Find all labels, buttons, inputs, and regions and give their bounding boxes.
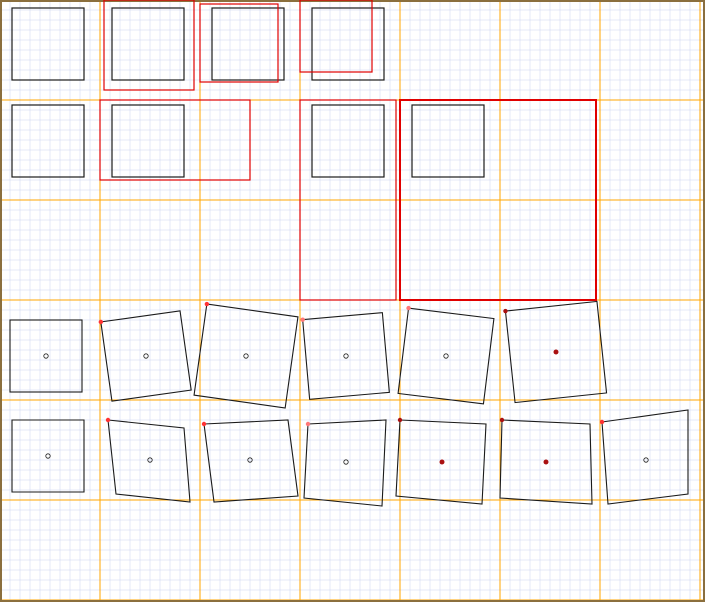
center-dot [554, 350, 559, 355]
rotated-square [303, 313, 390, 400]
rotated-square [10, 320, 82, 392]
center-ring [244, 354, 248, 358]
red-outline [300, 0, 372, 72]
center-ring [44, 354, 48, 358]
black-square [12, 8, 84, 80]
skewed-quad [204, 420, 298, 502]
corner-dot [306, 422, 310, 426]
red-outline [104, 0, 194, 90]
black-square [112, 105, 184, 177]
corner-dot [503, 309, 507, 313]
center-ring [144, 354, 148, 358]
center-ring [344, 354, 348, 358]
corner-dot [406, 306, 410, 310]
diagram-svg [0, 0, 705, 602]
corner-dot [398, 418, 402, 422]
center-ring [344, 460, 348, 464]
skewed-quad [12, 420, 84, 492]
corner-dot [202, 422, 206, 426]
corner-dot [600, 420, 604, 424]
black-square [212, 8, 284, 80]
black-square [112, 8, 184, 80]
black-square [12, 105, 84, 177]
center-dot [440, 460, 445, 465]
corner-dot [205, 302, 209, 306]
black-square [312, 105, 384, 177]
corner-dot [500, 418, 504, 422]
rotated-square [101, 311, 191, 401]
center-ring [46, 454, 50, 458]
diagram-canvas [0, 0, 705, 602]
corner-dot [106, 418, 110, 422]
corner-dot [300, 317, 304, 321]
corner-dot [99, 320, 103, 324]
black-square [312, 8, 384, 80]
center-dot [544, 460, 549, 465]
rotated-square [398, 308, 494, 404]
rotated-square [194, 304, 298, 408]
skewed-quad [304, 420, 386, 506]
black-square [412, 105, 484, 177]
center-ring [444, 354, 448, 358]
skewed-quad [108, 420, 190, 502]
